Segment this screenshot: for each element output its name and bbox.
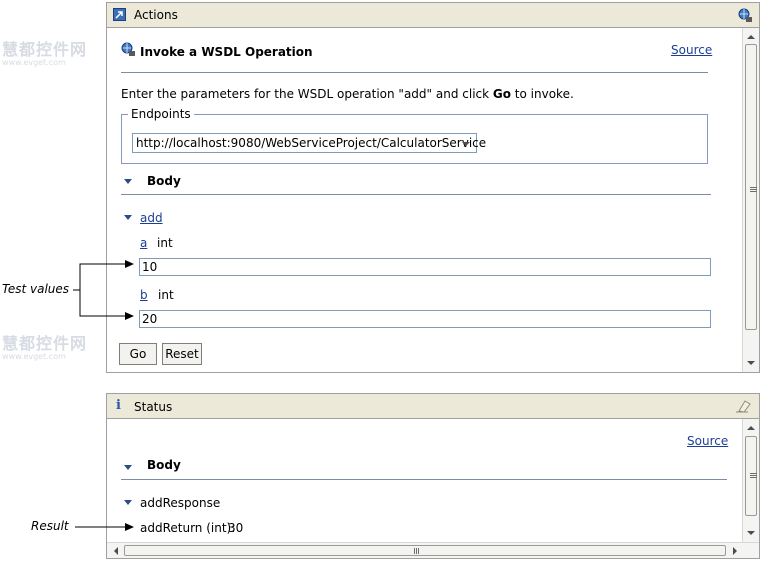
horizontal-scroll-thumb[interactable] — [124, 545, 726, 556]
operation-add-link[interactable]: add — [140, 211, 163, 225]
watermark: 慧都控件网www.evget.com — [2, 334, 88, 361]
param-a-type: int — [157, 236, 173, 250]
page-title: Invoke a WSDL Operation — [140, 45, 313, 59]
wsdl-operation-icon — [120, 41, 136, 57]
actions-panel-header: Actions — [106, 2, 760, 28]
grip-line — [418, 548, 419, 554]
go-button[interactable]: Go — [119, 343, 157, 365]
status-source-link[interactable]: Source — [687, 434, 728, 448]
scroll-up-icon[interactable] — [747, 35, 755, 39]
param-b-type: int — [158, 288, 174, 302]
scroll-thumb[interactable] — [745, 44, 757, 330]
add-response-label: addResponse — [140, 496, 221, 510]
collapse-triangle-icon[interactable] — [124, 465, 132, 470]
result-value: 30 — [228, 521, 244, 535]
web-service-icon[interactable] — [737, 7, 753, 23]
grip-line — [750, 477, 757, 478]
endpoints-legend: Endpoints — [128, 107, 194, 121]
actions-panel-title: Actions — [134, 8, 178, 22]
info-icon: i — [116, 398, 121, 413]
collapse-triangle-icon[interactable] — [124, 215, 132, 220]
endpoint-select-value: http://localhost:9080/WebServiceProject/… — [136, 136, 487, 150]
scroll-right-icon[interactable] — [733, 547, 737, 555]
heading-separator — [121, 72, 708, 73]
status-panel-title: Status — [134, 400, 173, 414]
result-label: addReturn (int): — [140, 521, 236, 535]
reset-button[interactable]: Reset — [162, 343, 202, 365]
body-section-label: Body — [147, 174, 181, 188]
grip-line — [416, 548, 417, 554]
actions-vertical-scrollbar[interactable] — [742, 28, 759, 372]
param-a-input[interactable] — [139, 258, 711, 276]
grip-line — [750, 189, 757, 190]
grip-line — [750, 191, 757, 192]
status-panel-body: Source Body addResponse addReturn (int):… — [106, 419, 760, 559]
test-values-annotation: Test values — [2, 282, 70, 296]
param-a-link[interactable]: a — [140, 236, 147, 250]
scroll-down-icon[interactable] — [747, 361, 755, 365]
scroll-up-icon[interactable] — [747, 426, 755, 430]
body-separator — [121, 194, 711, 195]
status-horizontal-scrollbar[interactable] — [107, 542, 759, 558]
instructions-post: to invoke. — [510, 87, 574, 101]
actions-panel-body: Invoke a WSDL Operation Source Enter the… — [106, 28, 760, 373]
actions-icon — [113, 8, 126, 21]
collapse-triangle-icon[interactable] — [124, 500, 132, 505]
instructions-text: Enter the parameters for the WSDL operat… — [121, 87, 574, 101]
watermark: 慧都控件网www.evget.com — [2, 40, 88, 67]
param-b-input[interactable] — [139, 310, 711, 328]
instructions-go: Go — [492, 87, 511, 101]
chevron-down-icon[interactable] — [462, 142, 470, 146]
instructions-pre: Enter the parameters for the WSDL operat… — [121, 87, 493, 101]
grip-line — [414, 548, 415, 554]
endpoints-fieldset: Endpoints http://localhost:9080/WebServi… — [121, 107, 708, 164]
eraser-icon[interactable] — [735, 399, 751, 413]
status-panel-header: i Status — [106, 393, 760, 419]
grip-line — [750, 475, 757, 476]
scroll-thumb[interactable] — [745, 436, 757, 516]
param-b-link[interactable]: b — [140, 288, 148, 302]
grip-line — [750, 473, 757, 474]
source-link[interactable]: Source — [671, 43, 712, 57]
status-body-separator — [121, 479, 727, 480]
status-body-label: Body — [147, 458, 181, 472]
grip-line — [750, 187, 757, 188]
result-annotation: Result — [31, 519, 69, 533]
scroll-down-icon[interactable] — [747, 531, 755, 535]
status-vertical-scrollbar[interactable] — [742, 419, 759, 542]
scroll-left-icon[interactable] — [114, 547, 118, 555]
endpoint-select[interactable]: http://localhost:9080/WebServiceProject/… — [132, 133, 486, 153]
collapse-triangle-icon[interactable] — [124, 179, 132, 184]
